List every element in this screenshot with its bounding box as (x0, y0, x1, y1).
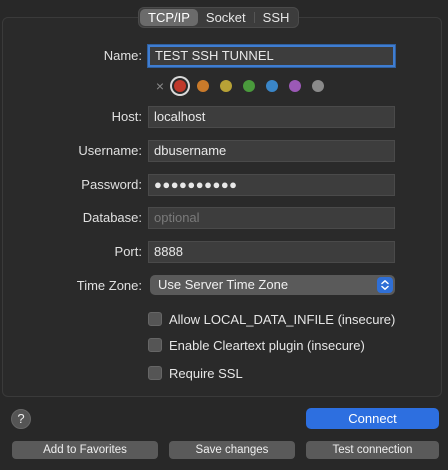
host-row: Host: localhost (0, 106, 448, 128)
color-purple[interactable] (289, 80, 301, 92)
username-row: Username: dbusername (0, 140, 448, 162)
host-field[interactable]: localhost (148, 106, 395, 128)
enable-cleartext-checkbox[interactable]: Enable Cleartext plugin (insecure) (148, 337, 365, 353)
test-connection-button[interactable]: Test connection (306, 441, 439, 459)
checkbox-label: Allow LOCAL_DATA_INFILE (insecure) (169, 311, 396, 327)
port-row: Port: 8888 (0, 241, 448, 263)
tab-ssh[interactable]: SSH (255, 9, 298, 26)
color-red[interactable] (174, 80, 186, 92)
checkbox-box[interactable] (148, 338, 162, 352)
help-button[interactable]: ? (11, 409, 31, 429)
save-changes-button[interactable]: Save changes (169, 441, 295, 459)
tab-socket[interactable]: Socket (198, 9, 254, 26)
color-yellow[interactable] (220, 80, 232, 92)
connect-button[interactable]: Connect (306, 408, 439, 429)
tab-tcp-ip[interactable]: TCP/IP (140, 9, 198, 26)
username-field[interactable]: dbusername (148, 140, 395, 162)
color-blue[interactable] (266, 80, 278, 92)
username-label: Username: (78, 143, 142, 158)
name-label: Name: (103, 48, 142, 63)
checkbox-label: Enable Cleartext plugin (insecure) (169, 337, 365, 353)
database-row: Database: optional (0, 207, 448, 229)
name-row: Name: TEST SSH TUNNEL (0, 45, 448, 67)
color-orange[interactable] (197, 80, 209, 92)
checkbox-box[interactable] (148, 366, 162, 380)
allow-local-infile-checkbox[interactable]: Allow LOCAL_DATA_INFILE (insecure) (148, 311, 395, 327)
checkbox-label: Require SSL (169, 365, 243, 381)
port-field[interactable]: 8888 (148, 241, 395, 263)
require-ssl-checkbox[interactable]: Require SSL (148, 365, 243, 381)
host-label: Host: (111, 109, 142, 124)
checkbox-box[interactable] (148, 312, 162, 326)
database-field[interactable]: optional (148, 207, 395, 229)
password-row: Password: ●●●●●●●●●● (0, 174, 448, 196)
no-color-icon[interactable]: × (152, 78, 168, 94)
timezone-value: Use Server Time Zone (158, 277, 289, 292)
color-green[interactable] (243, 80, 255, 92)
timezone-label: Time Zone: (76, 278, 142, 293)
port-label: Port: (114, 244, 142, 259)
database-label: Database: (82, 210, 142, 225)
password-field[interactable]: ●●●●●●●●●● (148, 174, 395, 196)
password-label: Password: (81, 177, 142, 192)
color-gray[interactable] (312, 80, 324, 92)
connection-type-tabs: TCP/IP Socket SSH (138, 7, 300, 28)
add-to-favorites-button[interactable]: Add to Favorites (12, 441, 158, 459)
name-field[interactable]: TEST SSH TUNNEL (148, 45, 395, 67)
color-picker: × (152, 77, 335, 95)
chevron-updown-icon (377, 277, 393, 293)
timezone-select[interactable]: Use Server Time Zone (150, 275, 395, 295)
